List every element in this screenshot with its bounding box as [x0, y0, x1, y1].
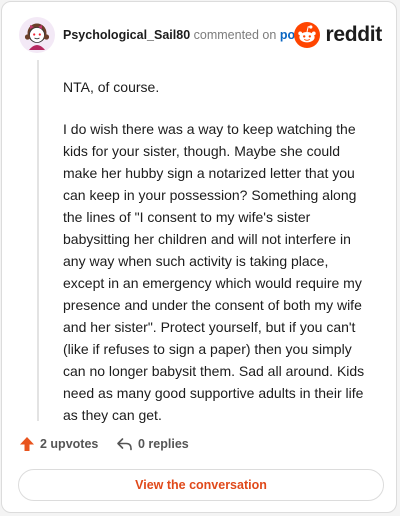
reddit-logo[interactable]: reddit: [294, 22, 382, 48]
avatar[interactable]: [18, 16, 56, 54]
comment-card: Psychological_Sail80 commented on post r…: [1, 1, 397, 513]
reddit-snoo-icon: [294, 22, 321, 48]
reply-count: 0 replies: [138, 437, 189, 451]
comment-meta: Psychological_Sail80 commented on post: [63, 28, 306, 42]
reply-button[interactable]: 0 replies: [116, 433, 189, 455]
comment-header: Psychological_Sail80 commented on post r…: [18, 16, 382, 56]
upvote-count: 2 upvotes: [40, 437, 99, 451]
reply-arrow-icon: [117, 438, 132, 451]
arrow-up-icon: [20, 437, 34, 451]
comment-paragraph: NTA, of course.: [63, 79, 160, 95]
brand-name: reddit: [325, 23, 382, 46]
username[interactable]: Psychological_Sail80: [63, 28, 190, 42]
comment-actions: 2 upvotes 0 replies: [19, 433, 379, 455]
thread-line: [37, 60, 39, 421]
comment-paragraph: I do wish there was a way to keep watchi…: [63, 121, 365, 423]
view-conversation-button[interactable]: View the conversation: [18, 469, 384, 501]
action-text: commented on: [193, 28, 277, 42]
upvote-button[interactable]: 2 upvotes: [19, 433, 98, 455]
comment-body: NTA, of course. I do wish there was a wa…: [63, 76, 371, 446]
